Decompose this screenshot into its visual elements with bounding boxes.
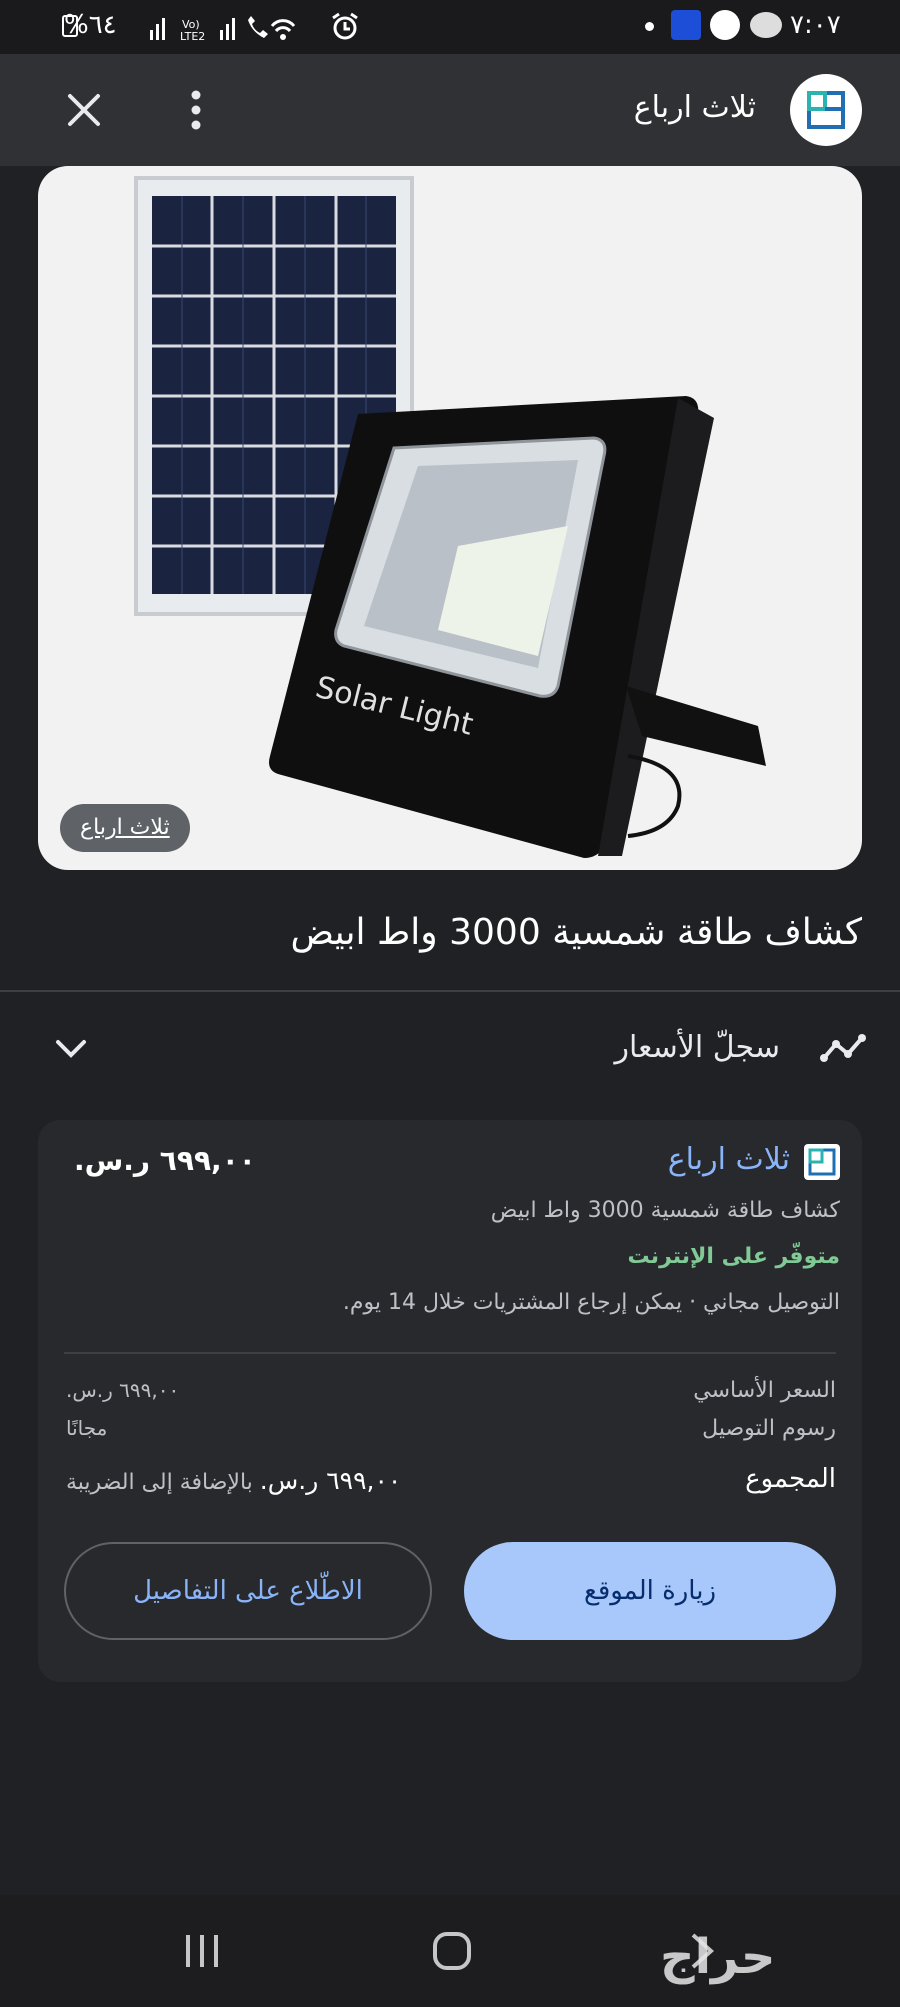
watermark: حراج (660, 1929, 776, 1985)
close-button[interactable] (52, 78, 116, 142)
view-details-button[interactable]: الاطّلاع على التفاصيل (64, 1542, 432, 1640)
solar-light-image: Solar Light (134, 176, 766, 858)
seller-name[interactable]: ثلاث ارباع (668, 1142, 790, 1177)
close-icon (68, 94, 100, 126)
site-logo[interactable] (790, 74, 862, 146)
recent-apps-button[interactable] (170, 1919, 234, 1983)
app-notification-icon (671, 10, 701, 40)
total-value: ٦٩٩,٠٠ ر.س. (259, 1466, 402, 1495)
total-row: ٦٩٩,٠٠ ر.س. بالإضافة إلى الضريبة (66, 1466, 401, 1495)
price-history-toggle[interactable]: سجلّ الأسعار (0, 1010, 900, 1090)
alarm-icon (332, 12, 358, 40)
app-notification-icon (710, 10, 740, 40)
recent-apps-icon (186, 1935, 218, 1967)
seller-logo (804, 1144, 840, 1180)
clock: ٧:٠٧ (790, 10, 841, 40)
divider (64, 1352, 836, 1354)
product-image[interactable]: Solar Light ثلاث ارباع (38, 166, 862, 870)
site-logo-icon (807, 91, 845, 129)
notification-dot-icon (645, 22, 654, 31)
seller-logo-icon (808, 1148, 836, 1176)
base-price-label: السعر الأساسي (693, 1378, 836, 1403)
signal-icon: Vo) LTE2 (150, 16, 296, 42)
more-vertical-icon (191, 90, 201, 130)
total-label: المجموع (745, 1464, 836, 1494)
status-bar: %٦٤ Vo) LTE2 ٧:٠٧ (0, 0, 900, 54)
header: ثلاث ارباع (0, 54, 900, 166)
shipping-value: مجانًا (66, 1416, 108, 1440)
home-icon (433, 1932, 471, 1970)
shipping-label: رسوم التوصيل (702, 1416, 836, 1441)
availability-status: متوفّر على الإنترنت (627, 1244, 840, 1269)
trend-line-icon (820, 1034, 866, 1062)
battery-icon (62, 15, 78, 37)
more-options-button[interactable] (164, 78, 228, 142)
image-source-badge[interactable]: ثلاث ارباع (60, 804, 190, 852)
shipping-returns: التوصيل مجاني · يمكن إرجاع المشتريات خلا… (342, 1290, 840, 1315)
home-button[interactable] (420, 1919, 484, 1983)
weather-icon (750, 12, 782, 38)
offer-price: ٦٩٩,٠٠ ر.س. (74, 1144, 256, 1177)
visit-site-button[interactable]: زيارة الموقع (464, 1542, 836, 1640)
product-title: كشاف طاقة شمسية 3000 واط ابيض (290, 912, 862, 953)
svg-text:LTE2: LTE2 (180, 30, 205, 42)
offer-product-name: كشاف طاقة شمسية 3000 واط ابيض (490, 1198, 840, 1223)
base-price-value: ٦٩٩,٠٠ ر.س. (66, 1378, 180, 1402)
offer-card: ثلاث ارباع ٦٩٩,٠٠ ر.س. كشاف طاقة شمسية 3… (38, 1120, 862, 1682)
price-history-label: سجلّ الأسعار (614, 1030, 780, 1065)
site-name[interactable]: ثلاث ارباع (634, 90, 756, 125)
navigation-bar: حراج (0, 1895, 900, 2007)
chevron-down-icon (56, 1040, 86, 1058)
divider (0, 990, 900, 992)
tax-note: بالإضافة إلى الضريبة (66, 1470, 253, 1495)
